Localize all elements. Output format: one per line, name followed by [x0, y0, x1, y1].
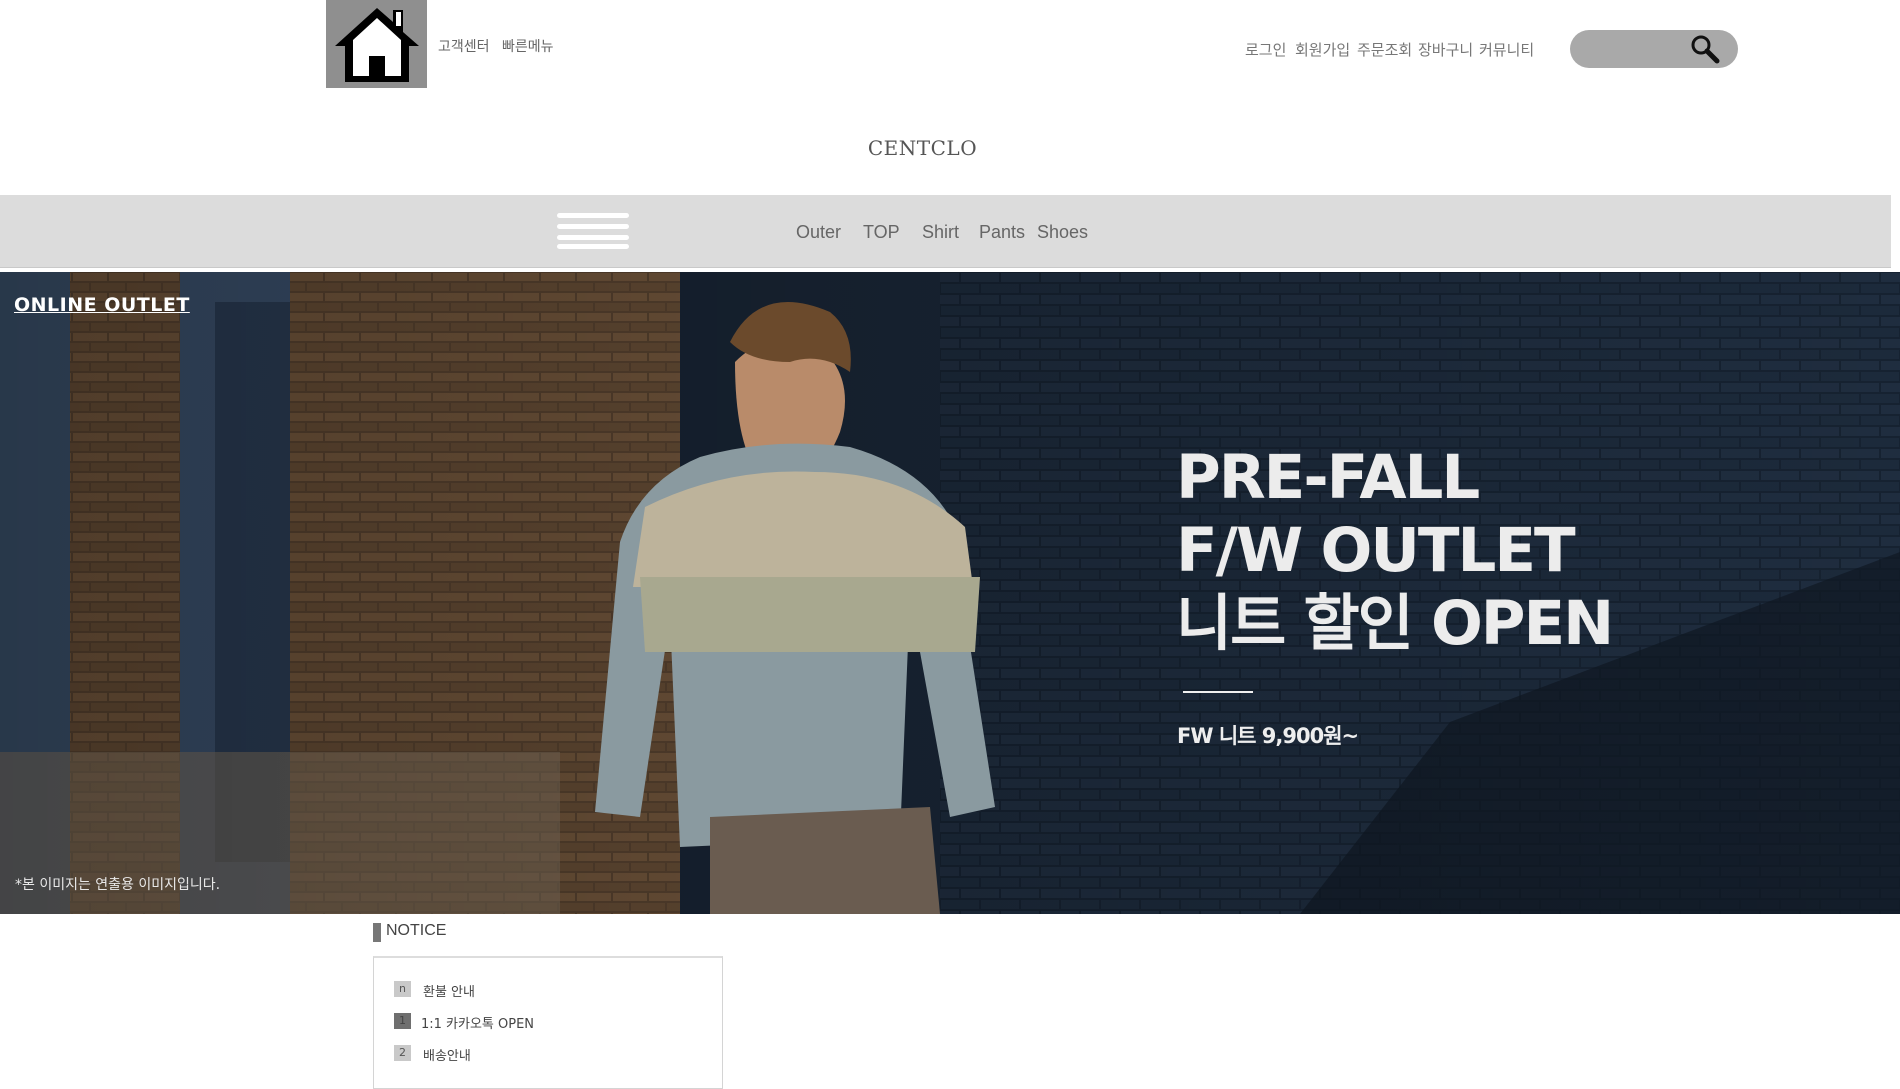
hero-disclaimer: *본 이미지는 연출용 이미지입니다.: [15, 877, 221, 893]
hamburger-menu-button[interactable]: [557, 213, 629, 249]
nav-item-pants[interactable]: Pants: [979, 222, 1025, 243]
signup-link[interactable]: 회원가입: [1295, 39, 1350, 60]
house-icon: [334, 8, 419, 82]
online-outlet-label: ONLINE OUTLET: [14, 294, 190, 316]
login-link[interactable]: 로그인: [1245, 39, 1286, 60]
order-lookup-link[interactable]: 주문조회: [1357, 39, 1412, 60]
nav-item-shirt[interactable]: Shirt: [922, 222, 959, 243]
notice-badge: 2: [394, 1045, 411, 1061]
hero-photo: [0, 272, 1900, 914]
notice-badge: 1: [394, 1013, 411, 1029]
cart-link[interactable]: 장바구니: [1418, 39, 1473, 60]
notice-item-kakaotalk[interactable]: 1:1 카카오톡 OPEN: [421, 1013, 534, 1032]
notice-item-refund[interactable]: 환불 안내: [423, 981, 475, 1000]
hero-headline-line-2: F/W OUTLET: [1176, 515, 1576, 586]
hero-price-text: FW 니트 9,900원~: [1177, 724, 1359, 748]
notice-item-shipping[interactable]: 배송안내: [423, 1045, 471, 1064]
notice-title: NOTICE: [386, 922, 447, 939]
community-link[interactable]: 커뮤니티: [1479, 39, 1534, 60]
nav-item-shoes[interactable]: Shoes: [1037, 222, 1088, 243]
search-button[interactable]: [1690, 34, 1720, 64]
notice-title-marker: [373, 923, 381, 942]
hero-headline-line-1: PRE-FALL: [1176, 442, 1480, 513]
hamburger-icon-line: [557, 244, 629, 249]
hero-banner[interactable]: [0, 272, 1900, 914]
magnifier-icon: [1691, 35, 1720, 64]
nav-item-outer[interactable]: Outer: [796, 222, 841, 243]
nav-item-top[interactable]: TOP: [863, 222, 900, 243]
notice-list: n 환불 안내 1 1:1 카카오톡 OPEN 2 배송안내: [373, 956, 723, 1089]
hamburger-icon-line: [557, 235, 629, 240]
hero-headline-line-3: 니트 할인 OPEN: [1176, 588, 1614, 659]
quick-menu-link[interactable]: 빠른메뉴: [502, 36, 554, 56]
home-button[interactable]: [326, 0, 427, 88]
customer-center-link[interactable]: 고객센터: [438, 36, 490, 56]
hero-divider: [1183, 691, 1253, 693]
brand-logo-text[interactable]: CENTCLO: [0, 136, 1845, 160]
hamburger-icon: [557, 213, 629, 218]
notice-badge: n: [394, 981, 411, 997]
hamburger-icon-line: [557, 224, 629, 229]
